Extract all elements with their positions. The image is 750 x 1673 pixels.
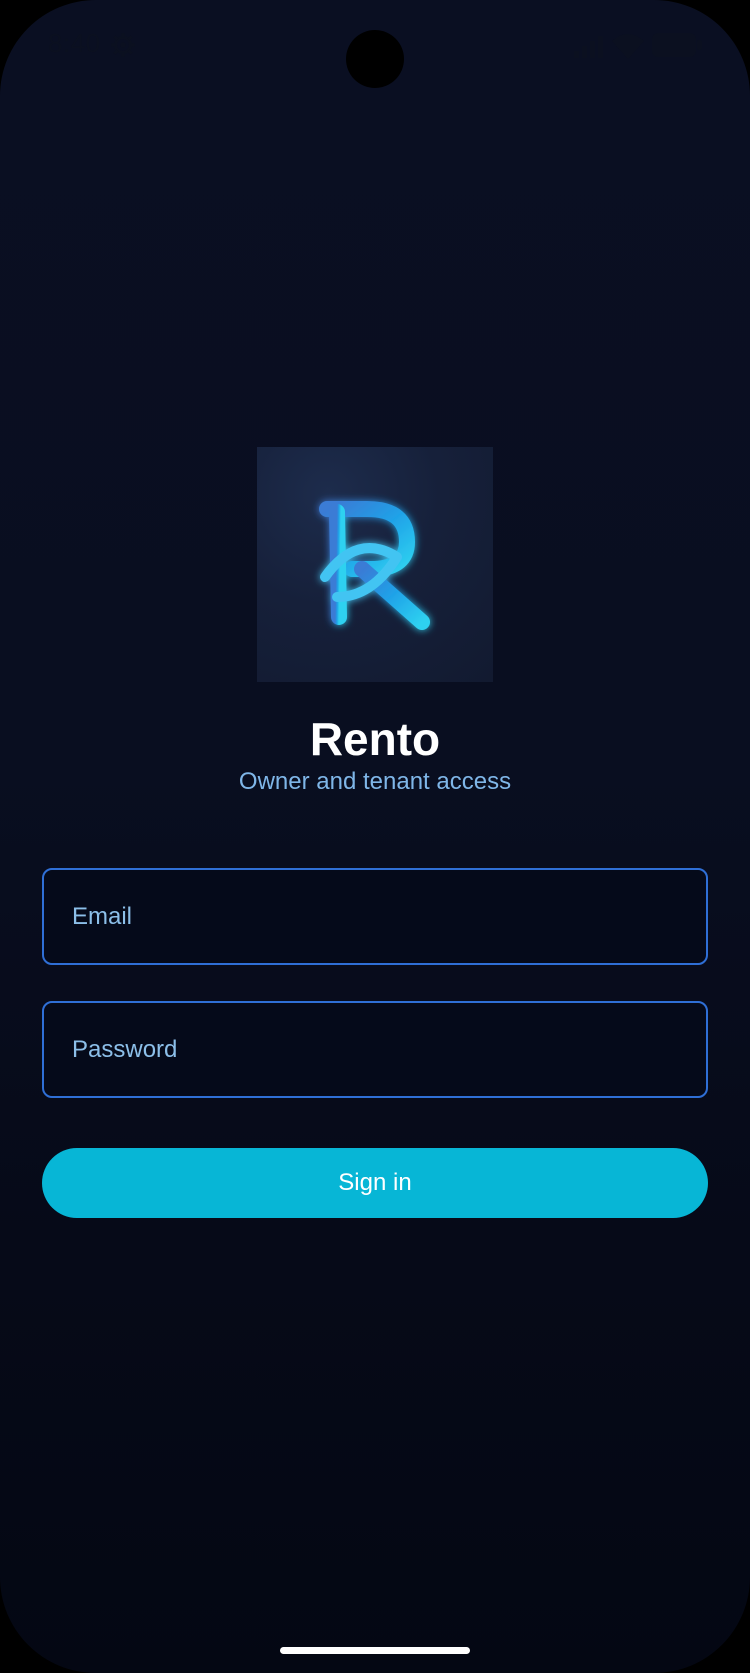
rento-logo xyxy=(257,447,493,682)
status-time: 8:40 xyxy=(48,28,101,58)
email-field-container xyxy=(42,868,708,965)
app-subtitle: Owner and tenant access xyxy=(238,768,512,795)
status-bar: 8:40 xyxy=(0,0,750,90)
sign-in-button[interactable]: Sign in xyxy=(42,1148,708,1218)
signal-icon xyxy=(574,36,603,58)
home-indicator[interactable] xyxy=(280,1647,470,1654)
email-input[interactable] xyxy=(44,870,706,963)
phone-screen: 8:40 Rento Owner and tenant access Email… xyxy=(0,0,750,1673)
gear-icon xyxy=(111,33,135,57)
wifi-icon xyxy=(612,34,644,59)
camera-cutout xyxy=(346,30,404,88)
r-logo-icon xyxy=(319,501,430,630)
app-title: Rento xyxy=(309,713,441,765)
password-input[interactable] xyxy=(44,1003,706,1096)
password-field-container xyxy=(42,1001,708,1098)
battery-icon xyxy=(652,33,702,57)
